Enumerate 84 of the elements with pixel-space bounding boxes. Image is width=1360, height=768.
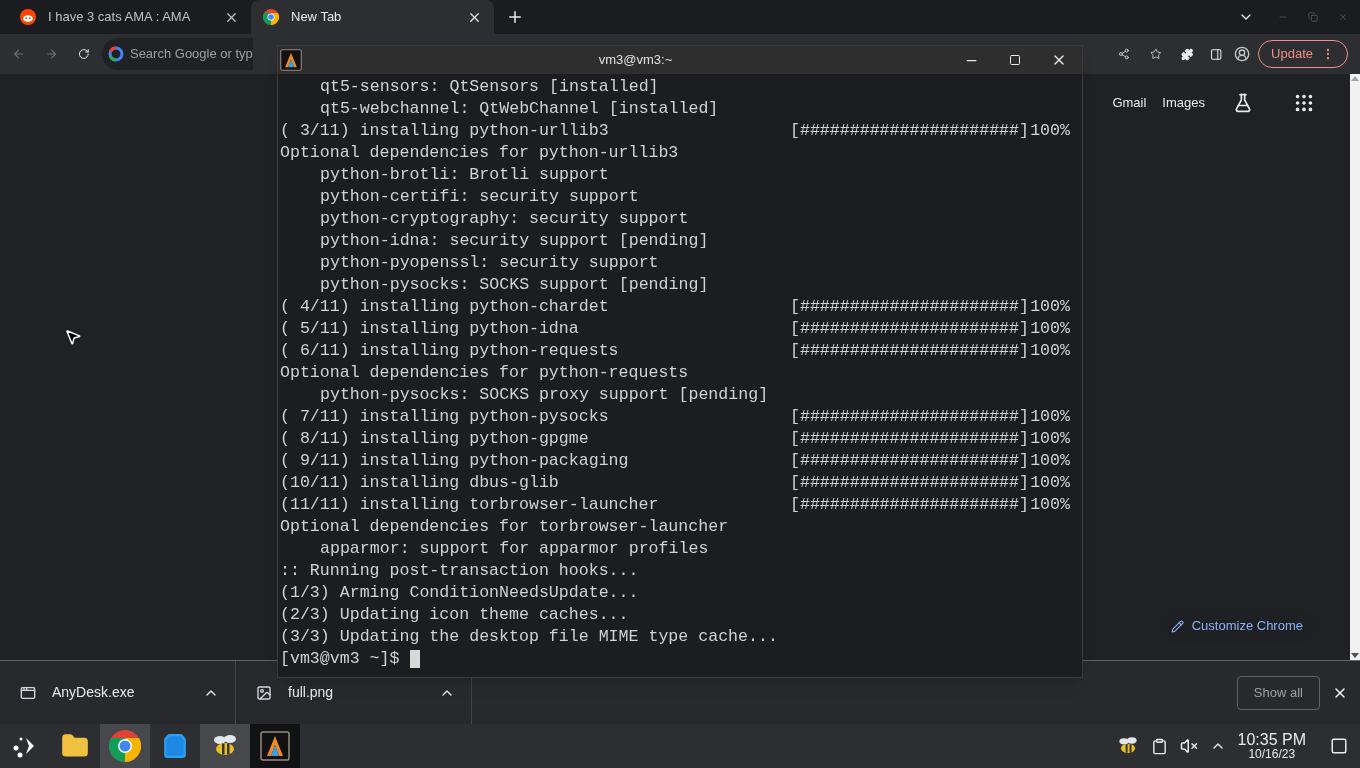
terminal-line: ( 6/11) installing python-requests xyxy=(280,340,620,362)
mouse-pointer-icon xyxy=(64,328,82,346)
terminal-line: (1/3) Arming ConditionNeedsUpdate... xyxy=(280,582,639,604)
clipboard-icon[interactable] xyxy=(1150,737,1168,755)
terminal-line: python-pysocks: SOCKS support [pending] xyxy=(320,274,709,296)
progress-bar-text: [######################] xyxy=(790,120,1030,142)
percent-text: 100% xyxy=(1030,406,1070,428)
percent-text: 100% xyxy=(1030,428,1070,450)
terminal-line: qt5-sensors: QtSensors [installed] xyxy=(320,76,659,98)
taskbar-app[interactable] xyxy=(250,724,300,768)
terminal-line: ( 4/11) installing python-chardet xyxy=(280,296,610,318)
tab-title: I have 3 cats AMA : AMA xyxy=(48,8,192,27)
show-all-button[interactable]: Show all xyxy=(1236,675,1320,710)
progress-bar-text: [######################] xyxy=(790,296,1030,318)
terminal-line: (2/3) Updating icon theme caches... xyxy=(280,604,629,626)
percent-text: 100% xyxy=(1030,340,1070,362)
terminal-line: python-pysocks: SOCKS proxy support [pending] xyxy=(320,384,769,406)
reload-icon[interactable] xyxy=(78,46,90,62)
terminal-line: python-pyopenssl: security support xyxy=(320,252,659,274)
tab-title: New Tab xyxy=(291,8,343,27)
terminal-line: apparmor: support for apparmor profiles xyxy=(320,538,709,560)
google-logo-icon xyxy=(107,46,124,62)
progress-bar-text: [######################] xyxy=(790,318,1030,340)
new-tab-icon[interactable] xyxy=(506,8,524,26)
share-icon[interactable] xyxy=(1117,46,1130,62)
image-file-icon xyxy=(256,684,272,701)
browser-tab[interactable]: New Tab xyxy=(251,0,494,34)
percent-text: 100% xyxy=(1030,494,1070,516)
clock-date: 10/16/23 xyxy=(1248,748,1296,760)
progress-bar-text: [######################] xyxy=(790,450,1030,472)
clock-time: 10:35 PM xyxy=(1237,732,1306,748)
muted-speaker-icon[interactable] xyxy=(1179,737,1198,755)
folder-icon xyxy=(61,732,89,760)
terminal-line: qt5-webchannel: QtWebChannel [installed] xyxy=(320,98,719,120)
download-filename: AnyDesk.exe xyxy=(52,683,136,702)
terminal-line: python-certifi: security support xyxy=(320,186,639,208)
terminal-app-icon xyxy=(260,731,290,761)
apps-grid-icon[interactable] xyxy=(1293,92,1315,114)
terminal-line: python-brotli: Brotli support xyxy=(320,164,609,186)
taskbar-app[interactable] xyxy=(200,724,250,768)
download-filename: full.png xyxy=(288,683,335,702)
percent-text: 100% xyxy=(1030,472,1070,494)
reddit-logo-icon xyxy=(20,9,36,25)
app-file-icon xyxy=(20,684,36,701)
terminal-line: ( 3/11) installing python-urllib3 xyxy=(280,120,610,142)
terminal-line: python-cryptography: security support xyxy=(320,208,689,230)
scrollbar[interactable] xyxy=(1350,74,1360,660)
terminal-line: Optional dependencies for torbrowser-launcher xyxy=(280,516,729,538)
terminal-line: python-idna: security support [pending] xyxy=(320,230,709,252)
text-cursor xyxy=(409,650,420,668)
chrome-logo-icon xyxy=(263,9,279,25)
percent-text: 100% xyxy=(1030,296,1070,318)
percent-text: 100% xyxy=(1030,318,1070,340)
percent-text: 100% xyxy=(1030,120,1070,142)
maximize-icon[interactable] xyxy=(1009,54,1021,66)
terminal-line: (10/11) installing dbus-glib xyxy=(280,472,560,494)
notifications-icon[interactable] xyxy=(1330,737,1348,755)
progress-bar-text: [######################] xyxy=(790,340,1030,362)
terminal-line: Optional dependencies for python-urllib3 xyxy=(280,142,679,164)
terminal-line: (3/3) Updating the desktop file MIME type cache... xyxy=(280,626,778,648)
terminal-line: Optional dependencies for python-requests xyxy=(280,362,689,384)
bookmark-star-icon[interactable] xyxy=(1149,46,1162,62)
progress-bar-text: [######################] xyxy=(790,472,1030,494)
progress-bar-text: [######################] xyxy=(790,494,1030,516)
progress-bar-text: [######################] xyxy=(790,428,1030,450)
terminal-line: ( 9/11) installing python-packaging xyxy=(280,450,630,472)
window-title: vm3@vm3:~ xyxy=(597,51,674,70)
terminal-line: :: Running post-transaction hooks... xyxy=(280,560,639,582)
chrome-logo-icon xyxy=(109,730,141,762)
flask-icon[interactable] xyxy=(1233,93,1253,113)
terminal-line: ( 7/11) installing python-pysocks xyxy=(280,406,610,428)
terminal-line: (11/11) installing torbrowser-launcher xyxy=(280,494,660,516)
header-link[interactable]: Gmail xyxy=(1112,93,1147,113)
terminal-line: ( 5/11) installing python-idna xyxy=(280,318,580,340)
terminal-app-icon xyxy=(280,49,302,71)
header-link[interactable]: Images xyxy=(1162,93,1205,113)
percent-text: 100% xyxy=(1030,450,1070,472)
pencil-icon xyxy=(1170,619,1184,633)
address-bar[interactable]: Search Google or typ xyxy=(101,38,253,70)
browser-tab[interactable]: I have 3 cats AMA : AMA xyxy=(8,0,251,34)
address-placeholder: Search Google or typ xyxy=(129,45,253,64)
progress-bar-text: [######################] xyxy=(790,406,1030,428)
taskbar-app[interactable] xyxy=(100,724,150,768)
terminal-line: ( 8/11) installing python-gpgme xyxy=(280,428,590,450)
